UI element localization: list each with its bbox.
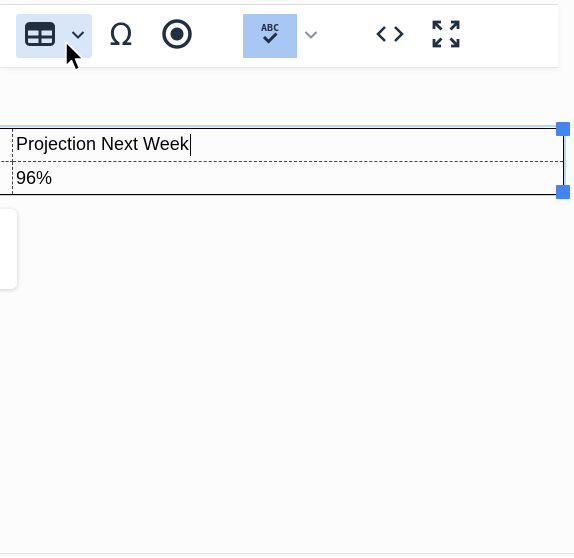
table-context-popup bbox=[0, 209, 17, 289]
spellcheck-button[interactable]: ABC bbox=[243, 14, 297, 58]
chevron-down-icon bbox=[304, 27, 318, 45]
fullscreen-button[interactable] bbox=[426, 14, 466, 58]
special-character-button[interactable]: Ω bbox=[101, 14, 141, 58]
table-row: Projection Next Week bbox=[0, 128, 564, 162]
spellcheck-button-body: ABC bbox=[243, 14, 297, 58]
table-resize-handle-bottom-right[interactable] bbox=[556, 185, 570, 199]
code-icon bbox=[376, 24, 404, 49]
table-row: 96% bbox=[0, 161, 564, 195]
editor-bottom-border bbox=[0, 553, 574, 554]
omega-icon: Ω bbox=[109, 18, 133, 53]
table-cell[interactable]: 96% bbox=[13, 162, 564, 195]
cell-text: Projection Next Week bbox=[16, 133, 189, 154]
table-resize-handle-top-right[interactable] bbox=[556, 122, 570, 136]
target-icon bbox=[161, 18, 193, 55]
text-caret bbox=[189, 134, 191, 157]
table-icon bbox=[25, 21, 55, 51]
fullscreen-icon bbox=[432, 20, 460, 53]
anchor-button[interactable] bbox=[157, 14, 197, 58]
table-cell[interactable]: Projection Next Week bbox=[12, 128, 564, 162]
source-code-button[interactable] bbox=[370, 14, 410, 58]
spellcheck-dropdown-button[interactable] bbox=[297, 14, 325, 58]
spellcheck-icon: ABC bbox=[256, 20, 284, 53]
table-cell[interactable] bbox=[0, 161, 13, 195]
table-button[interactable] bbox=[16, 14, 64, 58]
table-cell[interactable] bbox=[0, 128, 13, 162]
svg-text:ABC: ABC bbox=[261, 23, 279, 34]
editor-table[interactable]: Projection Next Week 96% bbox=[0, 128, 564, 195]
mouse-pointer-icon bbox=[64, 41, 86, 75]
